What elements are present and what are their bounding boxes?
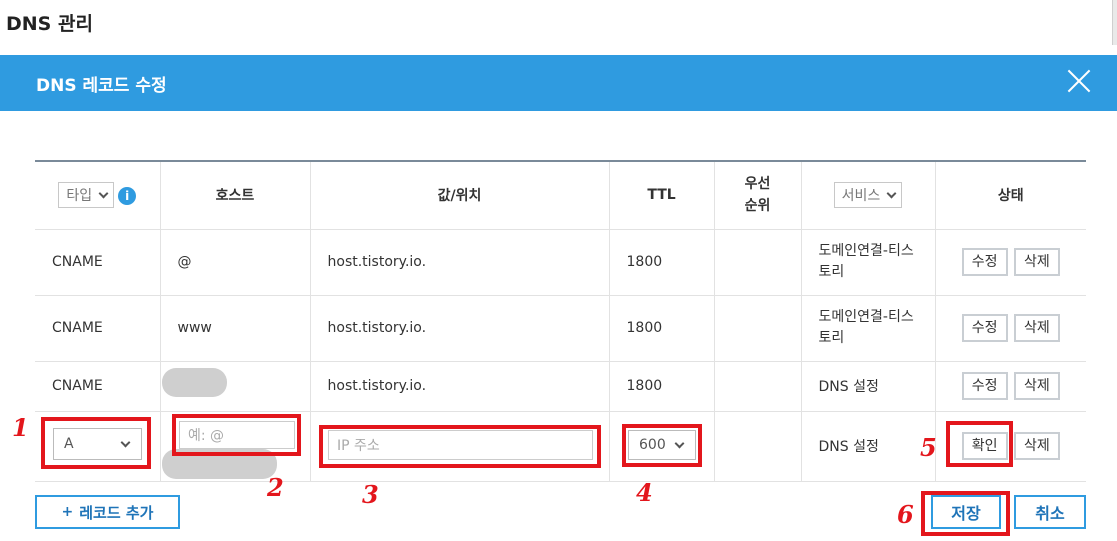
delete-button[interactable]: 삭제 <box>1013 432 1060 460</box>
header-priority: 우선 순위 <box>714 161 802 230</box>
cell-type: CNAME <box>35 229 161 296</box>
cancel-button[interactable]: 취소 <box>1014 495 1086 529</box>
annotation-box-5 <box>946 421 1013 467</box>
close-icon[interactable] <box>1066 68 1092 94</box>
type-filter-select[interactable]: 타입 <box>58 182 115 209</box>
cell-service: 도메인연결-티스토리 <box>801 295 936 362</box>
cell-priority <box>714 361 802 412</box>
cell-ttl: 1800 <box>609 229 715 296</box>
annotation-box-1 <box>41 417 151 469</box>
service-filter-select[interactable]: 서비스 <box>833 182 903 209</box>
header-status: 상태 <box>935 161 1086 230</box>
plus-icon: + <box>61 504 74 520</box>
header-type: 타입 i <box>35 161 161 230</box>
table-row: CNAME @ host.tistory.io. 1800 도메인연결-티스토리… <box>35 229 1086 296</box>
cell-ttl: 1800 <box>609 361 715 412</box>
modal-title: DNS 레코드 수정 <box>36 76 167 96</box>
modal-header: DNS 레코드 수정 <box>0 55 1117 111</box>
info-icon[interactable]: i <box>118 187 137 206</box>
cell-host: @ <box>160 229 311 296</box>
annotation-number: 6 <box>897 500 914 529</box>
delete-button[interactable]: 삭제 <box>1013 314 1060 342</box>
save-button[interactable]: 저장 <box>931 495 1001 529</box>
cell-service: DNS 설정 <box>801 411 936 482</box>
header-ttl: TTL <box>609 161 715 230</box>
cell-type: CNAME <box>35 295 161 362</box>
chevron-down-icon <box>886 188 897 199</box>
annotation-number: 1 <box>12 413 29 442</box>
edit-button[interactable]: 수정 <box>961 314 1008 342</box>
page-title: DNS 관리 <box>6 13 93 35</box>
annotation-box-2 <box>172 414 301 456</box>
header-host: 호스트 <box>160 161 311 230</box>
delete-button[interactable]: 삭제 <box>1013 372 1060 400</box>
cell-service: 도메인연결-티스토리 <box>801 229 936 296</box>
annotation-number: 5 <box>920 433 937 462</box>
cell-actions: 수정 삭제 <box>935 295 1086 362</box>
annotation-number: 4 <box>636 478 653 507</box>
annotation-box-4 <box>622 424 702 467</box>
cell-service: DNS 설정 <box>801 361 936 412</box>
cell-type: CNAME <box>35 361 161 412</box>
cell-value: host.tistory.io. <box>310 361 610 412</box>
header-value: 값/위치 <box>310 161 610 230</box>
cell-actions: 수정 삭제 <box>935 229 1086 296</box>
add-record-button[interactable]: + 레코드 추가 <box>35 495 180 529</box>
redacted-host <box>162 368 227 397</box>
cell-priority-input <box>714 411 802 482</box>
cell-priority <box>714 229 802 296</box>
cell-value: host.tistory.io. <box>310 229 610 296</box>
header-service: 서비스 <box>801 161 936 230</box>
cell-priority <box>714 295 802 362</box>
annotation-number: 2 <box>267 473 284 502</box>
table-header-row: 타입 i 호스트 값/위치 TTL 우선 순위 서비스 상태 <box>35 161 1086 230</box>
edit-button[interactable]: 수정 <box>961 372 1008 400</box>
table-row: CNAME www host.tistory.io. 1800 도메인연결-티스… <box>35 295 1086 362</box>
annotation-box-3 <box>319 425 601 468</box>
edit-button[interactable]: 수정 <box>961 248 1008 276</box>
delete-button[interactable]: 삭제 <box>1013 248 1060 276</box>
cell-host: www <box>160 295 311 362</box>
chevron-down-icon <box>98 188 109 199</box>
annotation-number: 3 <box>362 480 379 509</box>
cell-ttl: 1800 <box>609 295 715 362</box>
cell-value: host.tistory.io. <box>310 295 610 362</box>
cell-actions: 수정 삭제 <box>935 361 1086 412</box>
scrollbar-edge[interactable] <box>1112 0 1117 45</box>
